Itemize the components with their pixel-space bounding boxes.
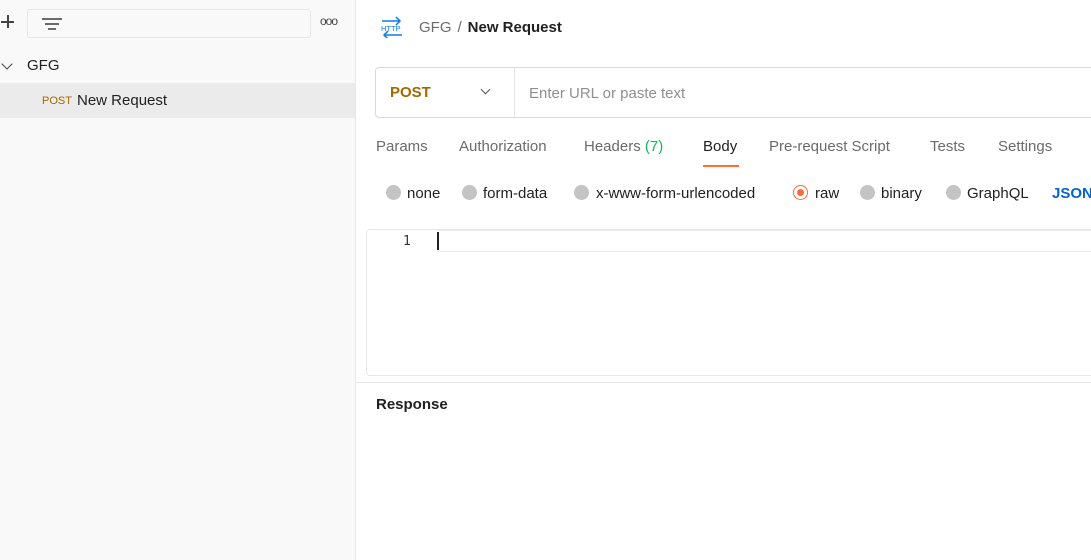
- radio-none-label[interactable]: none: [407, 185, 440, 202]
- add-icon[interactable]: [0, 13, 16, 31]
- response-divider[interactable]: [356, 382, 1091, 383]
- active-tab-indicator: [703, 165, 739, 167]
- filter-icon: [42, 16, 62, 32]
- collection-name: GFG: [27, 57, 60, 74]
- chevron-down-icon: [480, 84, 491, 95]
- request-name: New Request: [77, 92, 168, 109]
- more-options-icon[interactable]: ooo: [320, 14, 342, 32]
- breadcrumb: GFG / New Request: [419, 19, 562, 36]
- radio-raw[interactable]: [793, 185, 808, 200]
- text-cursor: [437, 232, 439, 250]
- request-item[interactable]: POST New Request: [0, 83, 355, 118]
- raw-format-select[interactable]: JSON: [1052, 185, 1091, 202]
- tab-headers-label: Headers: [584, 138, 641, 155]
- radio-form-data[interactable]: [462, 185, 477, 200]
- tab-body[interactable]: Body: [703, 138, 737, 155]
- radio-graphql[interactable]: [946, 185, 961, 200]
- filter-input[interactable]: [27, 9, 311, 38]
- sidebar-toolbar: ooo: [0, 0, 356, 46]
- tab-tests[interactable]: Tests: [930, 138, 965, 155]
- headers-count: (7): [644, 138, 664, 155]
- active-line-highlight: [437, 230, 1091, 252]
- line-number: 1: [403, 234, 411, 249]
- response-label: Response: [376, 396, 448, 413]
- http-icon: HTTP: [381, 16, 402, 38]
- radio-graphql-label[interactable]: GraphQL: [967, 185, 1029, 202]
- svg-text:HTTP: HTTP: [381, 24, 401, 33]
- method-label: POST: [390, 84, 431, 101]
- url-input[interactable]: [529, 82, 1089, 104]
- tab-settings[interactable]: Settings: [998, 138, 1052, 155]
- breadcrumb-separator: /: [457, 19, 462, 36]
- tab-authorization[interactable]: Authorization: [459, 138, 547, 155]
- radio-urlencoded-label[interactable]: x-www-form-urlencoded: [596, 185, 755, 202]
- chevron-down-icon[interactable]: [1, 58, 13, 70]
- url-bar: POST: [375, 67, 1091, 118]
- radio-none[interactable]: [386, 185, 401, 200]
- breadcrumb-current[interactable]: New Request: [468, 19, 562, 36]
- collection-item[interactable]: GFG: [0, 52, 356, 80]
- radio-binary[interactable]: [860, 185, 875, 200]
- breadcrumb-parent[interactable]: GFG: [419, 19, 452, 36]
- radio-raw-label[interactable]: raw: [815, 185, 839, 202]
- method-select[interactable]: POST: [376, 68, 515, 117]
- request-method-badge: POST: [42, 95, 72, 107]
- tab-params[interactable]: Params: [376, 138, 428, 155]
- radio-urlencoded[interactable]: [574, 185, 589, 200]
- sidebar: ooo GFG POST New Request: [0, 0, 356, 560]
- radio-form-data-label[interactable]: form-data: [483, 185, 547, 202]
- body-editor[interactable]: 1: [366, 229, 1091, 376]
- radio-binary-label[interactable]: binary: [881, 185, 922, 202]
- tab-prerequest-script[interactable]: Pre-request Script: [769, 138, 890, 155]
- tab-headers[interactable]: Headers (7): [584, 138, 663, 155]
